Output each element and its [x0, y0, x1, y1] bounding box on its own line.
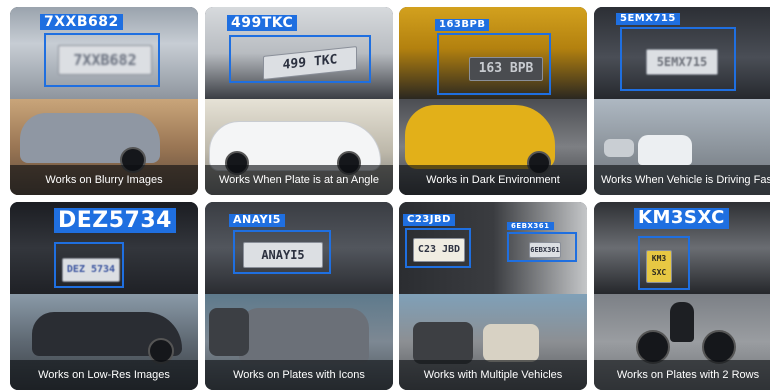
car-shape: [638, 135, 692, 165]
card-blurry-images[interactable]: 7XXB682 7XXB682 Works on Blurry Images: [10, 7, 198, 195]
detected-plate-label: C23JBD: [403, 214, 455, 226]
caption: Works with Multiple Vehicles: [399, 360, 587, 390]
detected-plate-label: 499TKC: [227, 15, 298, 32]
plate-closeup-image: DEZ 5734 DEZ5734: [10, 202, 198, 294]
caption: Works When Vehicle is Driving Fast: [594, 165, 770, 195]
detected-plate-label: 163BPB: [435, 19, 490, 31]
car-shape: [239, 308, 369, 364]
detected-plate-label: 5EMX715: [616, 13, 680, 25]
detection-box: [638, 236, 690, 290]
detection-box: [44, 33, 160, 87]
car-shape: [604, 139, 634, 157]
caption: Works in Dark Environment: [399, 165, 587, 195]
card-plate-angle[interactable]: 499 TKC 499TKC Works When Plate is at an…: [205, 7, 393, 195]
detected-plate-label: KM3SXC: [634, 207, 729, 229]
detected-plate-label: 7XXB682: [40, 14, 123, 31]
card-vehicle-driving-fast[interactable]: 5EMX715 5EMX715 Works When Vehicle is Dr…: [594, 7, 770, 195]
detection-box: [405, 228, 471, 268]
detection-box: [233, 230, 331, 274]
car-shape: [483, 324, 539, 362]
plate-closeup-image: 5EMX715 5EMX715: [594, 7, 770, 99]
caption: Works on Plates with 2 Rows: [594, 360, 770, 390]
motorcycle-wheel: [636, 330, 670, 364]
plate-closeup-image: 163 BPB 163BPB: [399, 7, 587, 99]
car-shape: [209, 308, 249, 356]
detection-box: [54, 242, 124, 288]
card-plates-with-icons[interactable]: ANAYI5 ANAYI5 Works on Plates with Icons: [205, 202, 393, 390]
caption: Works on Low-Res Images: [10, 360, 198, 390]
plate-closeup-image: ANAYI5 ANAYI5: [205, 202, 393, 294]
plate-closeup-image: KM3 SXC KM3SXC: [594, 202, 770, 294]
plate-closeup-image: 499 TKC 499TKC: [205, 7, 393, 99]
plate-closeup-image: 7XXB682 7XXB682: [10, 7, 198, 99]
detection-box: [620, 27, 736, 91]
card-dark-environment[interactable]: 163 BPB 163BPB Works in Dark Environment: [399, 7, 587, 195]
plate-closeup-image: C23 JBD C23JBD 6EBX361 6EBX361: [399, 202, 587, 294]
detection-box: [229, 35, 371, 83]
card-plates-two-rows[interactable]: KM3 SXC KM3SXC Works on Plates with 2 Ro…: [594, 202, 770, 390]
detected-plate-label: ANAYI5: [229, 213, 285, 227]
car-shape: [413, 322, 473, 364]
caption: Works on Plates with Icons: [205, 360, 393, 390]
detection-box: [437, 33, 551, 95]
caption: Works When Plate is at an Angle: [205, 165, 393, 195]
detected-plate-label: 6EBX361: [507, 222, 554, 231]
caption: Works on Blurry Images: [10, 165, 198, 195]
card-multiple-vehicles[interactable]: C23 JBD C23JBD 6EBX361 6EBX361 Works wit…: [399, 202, 587, 390]
card-low-res-images[interactable]: DEZ 5734 DEZ5734 Works on Low-Res Images: [10, 202, 198, 390]
detection-box: [507, 232, 577, 262]
motorcycle-rider: [670, 302, 694, 342]
motorcycle-wheel: [702, 330, 736, 364]
detected-plate-label: DEZ5734: [54, 208, 176, 234]
